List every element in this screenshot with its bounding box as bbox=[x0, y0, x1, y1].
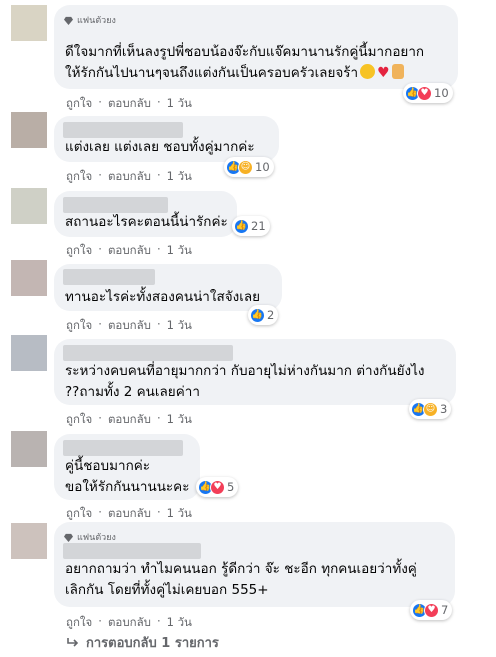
timestamp[interactable]: 1 วัน bbox=[167, 614, 192, 632]
reply-button[interactable]: ตอบกลับ bbox=[108, 242, 151, 260]
comment-line: ระหว่างคบคนที่อายุมากกว่า กับอายุไม่ห่าง… bbox=[65, 363, 425, 379]
comment-actions: ถูกใจ · ตอบกลับ · 1 วัน bbox=[66, 242, 192, 260]
love-reaction-icon: ♥ bbox=[424, 602, 439, 618]
blurred-username bbox=[63, 122, 183, 138]
comment-text: คู่นี้ชอบมากค่ะ ขอให้รักกันนานนะคะ bbox=[65, 456, 189, 498]
reply-button[interactable]: ตอบกลับ bbox=[108, 317, 151, 335]
avatar[interactable] bbox=[11, 188, 47, 224]
avatar[interactable] bbox=[11, 335, 47, 371]
comment-bubble: แต่งเลย แต่งเลย ชอบทั้งคู่มากค่ะ bbox=[54, 116, 279, 162]
timestamp[interactable]: 1 วัน bbox=[167, 242, 192, 260]
haha-reaction-icon: ☺ bbox=[423, 401, 438, 417]
care-reaction-icon: ☺ bbox=[238, 159, 253, 175]
blurred-username bbox=[63, 197, 168, 213]
blurred-username bbox=[63, 345, 233, 361]
reaction-summary[interactable]: 👍 ♥ 10 bbox=[403, 83, 453, 103]
comment-line: ??ถามทั้ง 2 คนเลยค่าา bbox=[65, 384, 200, 400]
timestamp[interactable]: 1 วัน bbox=[167, 317, 192, 335]
reaction-summary[interactable]: 👍 ♥ 7 bbox=[410, 600, 453, 620]
comment-text: แต่งเลย แต่งเลย ชอบทั้งคู่มากค่ะ bbox=[65, 139, 255, 155]
comment-bubble: ทานอะไรค่ะทั้งสองคนน่าใสจังเลย bbox=[54, 264, 282, 311]
reply-arrow-icon bbox=[67, 637, 79, 647]
timestamp[interactable]: 1 วัน bbox=[167, 168, 192, 186]
diamond-icon bbox=[64, 533, 73, 542]
reaction-summary[interactable]: 👍 ☺ 3 bbox=[409, 399, 452, 419]
reaction-count: 3 bbox=[440, 402, 448, 416]
reaction-summary[interactable]: 👍 2 bbox=[248, 305, 279, 325]
comment-bubble: สถานอะไรคะตอนนี้น่ารักค่ะ bbox=[54, 191, 237, 237]
comment-actions: ถูกใจ · ตอบกลับ · 1 วัน bbox=[66, 411, 192, 429]
reply-button[interactable]: ตอบกลับ bbox=[108, 614, 151, 632]
like-reaction-icon: 👍 bbox=[234, 218, 249, 234]
comment-actions: ถูกใจ · ตอบกลับ · 1 วัน bbox=[66, 168, 192, 186]
comment-actions: ถูกใจ · ตอบกลับ · 1 วัน bbox=[66, 505, 192, 523]
reaction-count: 2 bbox=[267, 308, 275, 322]
timestamp[interactable]: 1 วัน bbox=[167, 505, 192, 523]
reaction-summary[interactable]: 👍 ♥ 5 bbox=[196, 477, 239, 497]
view-replies-link[interactable]: การตอบกลับ 1 รายการ bbox=[66, 632, 219, 653]
reply-button[interactable]: ตอบกลับ bbox=[108, 95, 151, 113]
blurred-username bbox=[63, 440, 183, 456]
comment-text: สถานอะไรคะตอนนี้น่ารักค่ะ bbox=[65, 214, 228, 230]
view-replies-label: การตอบกลับ 1 รายการ bbox=[86, 636, 219, 651]
reaction-summary[interactable]: 👍 ☺ 10 bbox=[224, 157, 274, 177]
timestamp[interactable]: 1 วัน bbox=[167, 411, 192, 429]
comment-text: อยากถามว่า ทำไมคนนอก รู้ดีกว่า จ๊ะ ชะอีก… bbox=[65, 559, 417, 601]
comment-actions: ถูกใจ · ตอบกลับ · 1 วัน bbox=[66, 95, 192, 113]
smile-emoji-icon bbox=[360, 64, 376, 79]
comment-line: ขอให้รักกันนานนะคะ bbox=[65, 479, 190, 495]
timestamp[interactable]: 1 วัน bbox=[167, 95, 192, 113]
like-button[interactable]: ถูกใจ bbox=[66, 95, 92, 113]
comment-text: ทานอะไรค่ะทั้งสองคนน่าใสจังเลย bbox=[65, 289, 261, 305]
reaction-count: 10 bbox=[434, 86, 449, 100]
avatar[interactable] bbox=[11, 260, 47, 296]
like-button[interactable]: ถูกใจ bbox=[66, 614, 92, 632]
comment-line: คู่นี้ชอบมากค่ะ bbox=[65, 458, 151, 474]
love-reaction-icon: ♥ bbox=[210, 479, 225, 495]
like-reaction-icon: 👍 bbox=[250, 307, 265, 323]
reply-button[interactable]: ตอบกลับ bbox=[108, 411, 151, 429]
reaction-count: 10 bbox=[255, 160, 270, 174]
like-button[interactable]: ถูกใจ bbox=[66, 411, 92, 429]
blurred-username bbox=[63, 543, 201, 559]
comment-bubble: คู่นี้ชอบมากค่ะ ขอให้รักกันนานนะคะ bbox=[54, 434, 200, 500]
comment-line: ให้รักกันไปนานๆจนถึงแต่งกันเป็นครอบครัวเ… bbox=[65, 63, 424, 84]
comment-bubble: แฟนตัวยง ดีใจมากที่เห็นลงรูปพี่ชอบน้องจ๊… bbox=[54, 5, 458, 89]
reaction-count: 21 bbox=[251, 219, 266, 233]
heart-emoji-icon: ♥ bbox=[377, 65, 390, 81]
reaction-count: 5 bbox=[227, 480, 235, 494]
avatar[interactable] bbox=[11, 112, 47, 148]
reaction-summary[interactable]: 👍 21 bbox=[232, 216, 270, 236]
comment-line: ดีใจมากที่เห็นลงรูปพี่ชอบน้องจ๊ะกับแจ๊คม… bbox=[65, 44, 425, 60]
comment-bubble: ระหว่างคบคนที่อายุมากกว่า กับอายุไม่ห่าง… bbox=[54, 339, 456, 405]
comment-text: ดีใจมากที่เห็นลงรูปพี่ชอบน้องจ๊ะกับแจ๊คม… bbox=[65, 42, 424, 84]
like-button[interactable]: ถูกใจ bbox=[66, 242, 92, 260]
blurred-username bbox=[63, 269, 155, 285]
badge-label: แฟนตัวยง bbox=[77, 533, 116, 543]
reaction-count: 7 bbox=[441, 603, 449, 617]
comment-line: อยากถามว่า ทำไมคนนอก รู้ดีกว่า จ๊ะ ชะอีก… bbox=[65, 561, 417, 577]
top-fan-badge: แฟนตัวยง bbox=[64, 13, 116, 27]
love-reaction-icon: ♥ bbox=[417, 85, 432, 101]
avatar[interactable] bbox=[11, 5, 47, 41]
top-fan-badge: แฟนตัวยง bbox=[64, 530, 116, 544]
diamond-icon bbox=[64, 16, 73, 25]
like-button[interactable]: ถูกใจ bbox=[66, 168, 92, 186]
reply-button[interactable]: ตอบกลับ bbox=[108, 168, 151, 186]
comment-actions: ถูกใจ · ตอบกลับ · 1 วัน bbox=[66, 317, 192, 335]
rock-hand-emoji-icon bbox=[391, 64, 404, 79]
like-button[interactable]: ถูกใจ bbox=[66, 505, 92, 523]
badge-label: แฟนตัวยง bbox=[77, 16, 116, 26]
comment-actions: ถูกใจ · ตอบกลับ · 1 วัน bbox=[66, 614, 192, 632]
avatar[interactable] bbox=[11, 431, 47, 467]
reply-button[interactable]: ตอบกลับ bbox=[108, 505, 151, 523]
comment-line: เลิกกัน โดยที่ทั้งคู่ไม่เคยบอก 555+ bbox=[65, 582, 269, 598]
comment-bubble: แฟนตัวยง อยากถามว่า ทำไมคนนอก รู้ดีกว่า … bbox=[54, 522, 455, 607]
comment-text: ระหว่างคบคนที่อายุมากกว่า กับอายุไม่ห่าง… bbox=[65, 361, 424, 403]
avatar[interactable] bbox=[11, 523, 47, 559]
like-button[interactable]: ถูกใจ bbox=[66, 317, 92, 335]
